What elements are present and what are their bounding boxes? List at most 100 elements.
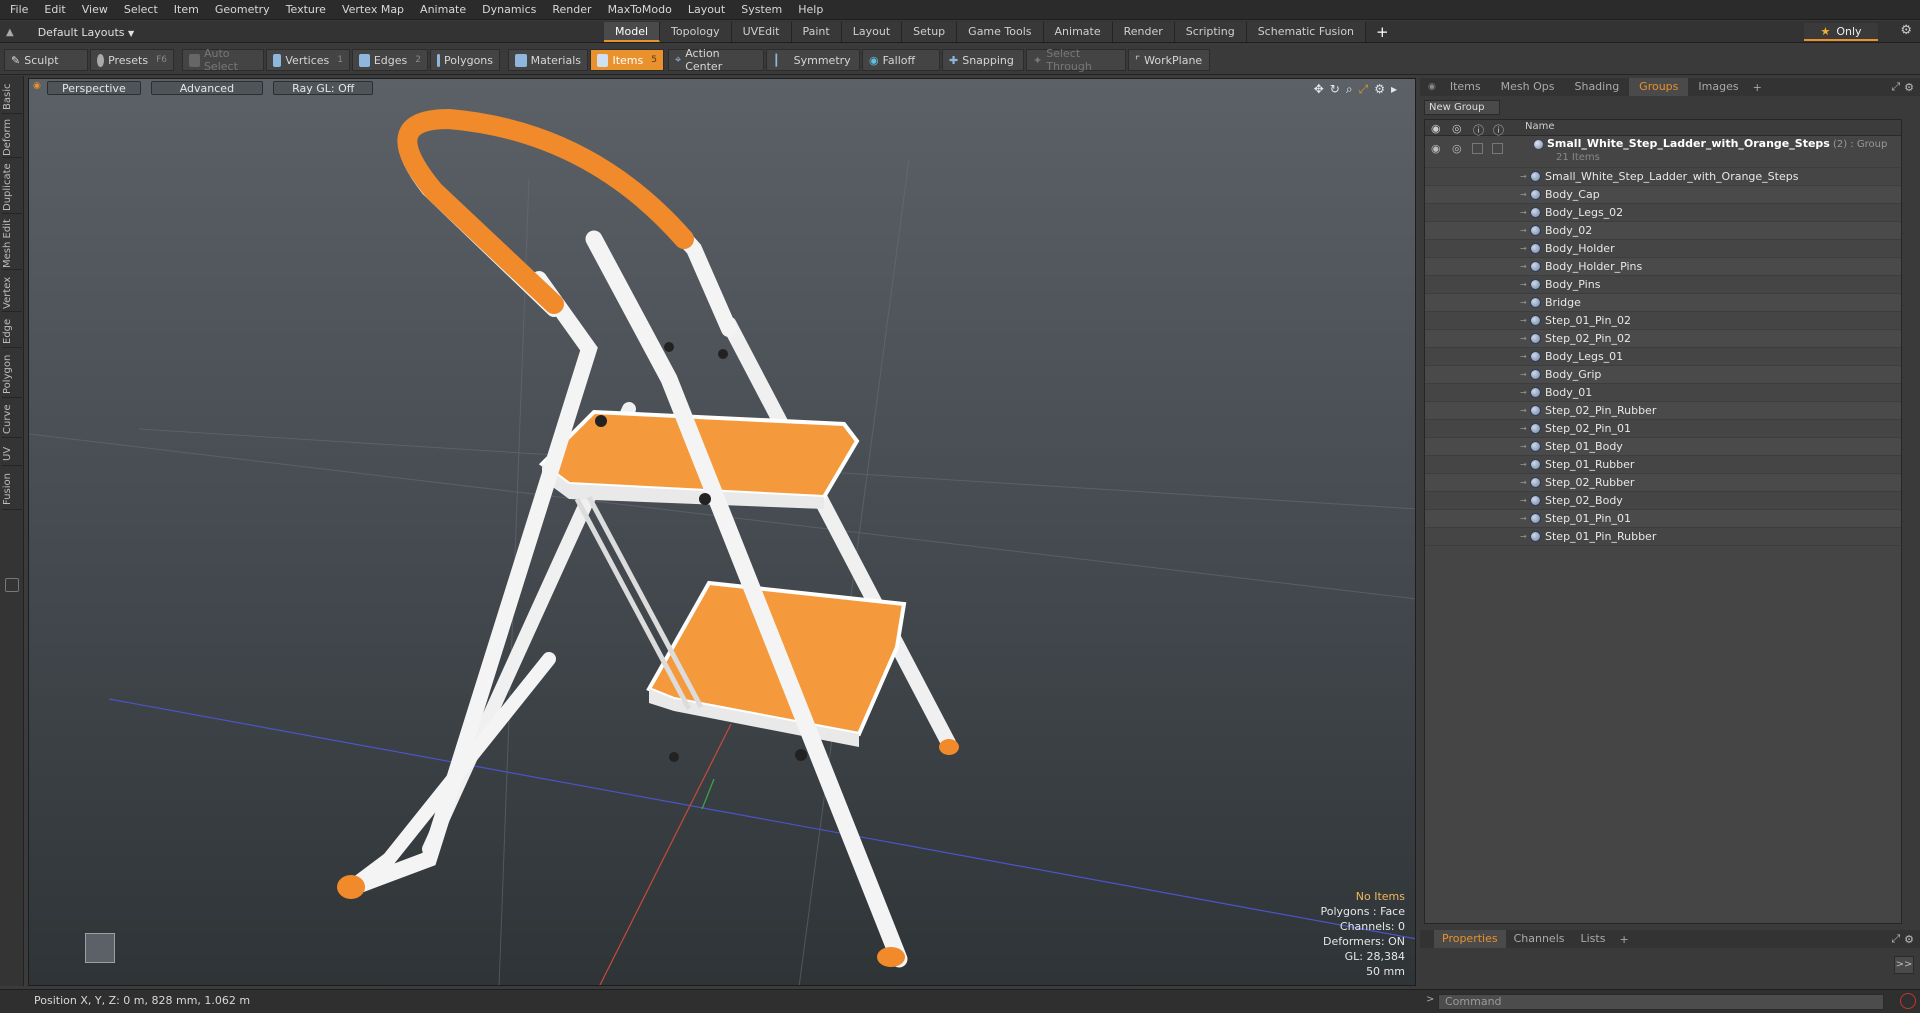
- menu-layout[interactable]: Layout: [680, 0, 733, 20]
- vertices-button[interactable]: Vertices 1: [266, 49, 350, 71]
- command-history-icon[interactable]: [1900, 993, 1916, 1009]
- vtab-mesh-edit[interactable]: Mesh Edit: [2, 218, 22, 270]
- menu-system[interactable]: System: [733, 0, 790, 20]
- panel-menu-icon[interactable]: ◉: [1424, 82, 1440, 92]
- menu-edit[interactable]: Edit: [36, 0, 73, 20]
- only-button[interactable]: ★ Only: [1804, 23, 1878, 41]
- menu-maxtomodo[interactable]: MaxToModo: [600, 0, 680, 20]
- group-item-row[interactable]: → Step_01_Pin_Rubber: [1425, 528, 1901, 546]
- tab-properties[interactable]: Properties: [1434, 930, 1506, 948]
- tab-model[interactable]: Model: [604, 22, 661, 42]
- polygons-button[interactable]: Polygons: [430, 49, 500, 71]
- panel-gear-icon[interactable]: ⚙: [1904, 81, 1920, 94]
- tab-mesh-ops[interactable]: Mesh Ops: [1491, 78, 1565, 96]
- group-item-row[interactable]: → Body_Legs_01: [1425, 348, 1901, 366]
- menu-dynamics[interactable]: Dynamics: [474, 0, 544, 20]
- group-item-row[interactable]: → Step_01_Pin_01: [1425, 510, 1901, 528]
- vtab-basic[interactable]: Basic: [2, 80, 22, 114]
- tab-groups[interactable]: Groups: [1629, 78, 1689, 96]
- vtab-deform[interactable]: Deform: [2, 118, 22, 158]
- sculpt-button[interactable]: ✎ Sculpt: [4, 49, 88, 71]
- menu-item[interactable]: Item: [166, 0, 207, 20]
- vtab-fusion[interactable]: Fusion: [2, 470, 22, 510]
- tab-render[interactable]: Render: [1112, 22, 1175, 42]
- group-item-row[interactable]: → Step_02_Body: [1425, 492, 1901, 510]
- falloff-button[interactable]: ◉ Falloff: [862, 49, 940, 71]
- presets-button[interactable]: Presets F6: [90, 49, 174, 71]
- group-item-row[interactable]: → Step_02_Rubber: [1425, 474, 1901, 492]
- group-item-row[interactable]: → Body_02: [1425, 222, 1901, 240]
- tab-topology[interactable]: Topology: [660, 22, 732, 42]
- vtab-duplicate[interactable]: Duplicate: [2, 162, 22, 214]
- tab-animate[interactable]: Animate: [1043, 22, 1113, 42]
- tab-game-tools[interactable]: Game Tools: [957, 22, 1044, 42]
- group-item-row[interactable]: → Body_Pins: [1425, 276, 1901, 294]
- group-item-row[interactable]: → Step_01_Pin_02: [1425, 312, 1901, 330]
- vtab-vertex[interactable]: Vertex: [2, 274, 22, 312]
- menu-animate[interactable]: Animate: [412, 0, 474, 20]
- add-tab-icon[interactable]: +: [1366, 22, 1399, 42]
- action-center-button[interactable]: ⌖ Action Center: [668, 47, 764, 73]
- menu-render[interactable]: Render: [544, 0, 599, 20]
- menu-view[interactable]: View: [74, 0, 116, 20]
- tab-layout[interactable]: Layout: [841, 22, 903, 42]
- name-column-header[interactable]: Name: [1525, 121, 1555, 132]
- tab-schematic-fusion[interactable]: Schematic Fusion: [1246, 22, 1367, 42]
- tab-setup[interactable]: Setup: [902, 22, 958, 42]
- group-item-row[interactable]: → Body_Holder_Pins: [1425, 258, 1901, 276]
- snapping-button[interactable]: ✚ Snapping: [942, 49, 1024, 71]
- tab-channels[interactable]: Channels: [1506, 930, 1573, 948]
- lock-checkbox[interactable]: [1472, 143, 1483, 154]
- layout-selector[interactable]: Default Layouts ▼: [38, 26, 134, 39]
- materials-button[interactable]: Materials: [508, 49, 588, 71]
- new-group-button[interactable]: New Group: [1424, 100, 1500, 115]
- group-row[interactable]: ◉ ◎ Small_White_Step_Ladder_with_Orange_…: [1425, 136, 1901, 168]
- tab-images[interactable]: Images: [1688, 78, 1748, 96]
- select-checkbox[interactable]: [1492, 143, 1503, 154]
- tab-shading[interactable]: Shading: [1564, 78, 1629, 96]
- add-properties-tab-icon[interactable]: +: [1613, 933, 1634, 946]
- forward-icon[interactable]: >>: [1894, 956, 1914, 974]
- tab-items[interactable]: Items: [1440, 78, 1491, 96]
- menu-vertex-map[interactable]: Vertex Map: [334, 0, 412, 20]
- menu-file[interactable]: File: [0, 0, 36, 20]
- auto-select-button[interactable]: Auto Select: [182, 47, 264, 73]
- expand-panel-icon[interactable]: ⤢: [1891, 80, 1904, 94]
- group-item-row[interactable]: → Bridge: [1425, 294, 1901, 312]
- menu-help[interactable]: Help: [790, 0, 831, 20]
- select-through-button[interactable]: ✦ Select Through: [1026, 47, 1126, 73]
- group-item-row[interactable]: → Body_Legs_02: [1425, 204, 1901, 222]
- group-item-row[interactable]: → Body_Cap: [1425, 186, 1901, 204]
- group-item-row[interactable]: → Body_Holder: [1425, 240, 1901, 258]
- symmetry-button[interactable]: ┃ Symmetry: [766, 49, 860, 71]
- items-button[interactable]: Items 5: [590, 49, 664, 71]
- group-item-row[interactable]: → Step_02_Pin_02: [1425, 330, 1901, 348]
- group-item-row[interactable]: → Step_02_Pin_Rubber: [1425, 402, 1901, 420]
- group-item-row[interactable]: → Step_02_Pin_01: [1425, 420, 1901, 438]
- vtab-curve[interactable]: Curve: [2, 402, 22, 438]
- group-item-row[interactable]: → Body_01: [1425, 384, 1901, 402]
- 3d-viewport[interactable]: ◉ Perspective Advanced Ray GL: Off ✥ ↻ ⌕…: [28, 78, 1416, 986]
- command-input[interactable]: Command: [1438, 994, 1884, 1010]
- edges-button[interactable]: Edges 2: [352, 49, 428, 71]
- tab-uvedit[interactable]: UVEdit: [731, 22, 792, 42]
- workplane-button[interactable]: ⌜ WorkPlane: [1128, 49, 1210, 71]
- menu-geometry[interactable]: Geometry: [207, 0, 278, 20]
- vtab-uv[interactable]: UV: [2, 442, 22, 466]
- add-panel-tab-icon[interactable]: +: [1749, 81, 1766, 94]
- visibility-eye-icon[interactable]: ◉: [1431, 142, 1441, 155]
- gear-icon[interactable]: ⚙: [1900, 23, 1912, 38]
- group-item-row[interactable]: → Step_01_Rubber: [1425, 456, 1901, 474]
- menu-texture[interactable]: Texture: [278, 0, 334, 20]
- properties-gear-icon[interactable]: ⚙: [1904, 933, 1920, 946]
- layout-arrow-icon[interactable]: ▲: [6, 27, 14, 38]
- tab-lists[interactable]: Lists: [1573, 930, 1614, 948]
- group-item-row[interactable]: → Small_White_Step_Ladder_with_Orange_Ste…: [1425, 168, 1901, 186]
- render-toggle-icon[interactable]: ◎: [1452, 142, 1462, 155]
- vtab-polygon[interactable]: Polygon: [2, 352, 22, 398]
- menu-select[interactable]: Select: [116, 0, 166, 20]
- vtab-edge[interactable]: Edge: [2, 316, 22, 348]
- tab-paint[interactable]: Paint: [791, 22, 842, 42]
- group-item-row[interactable]: → Body_Grip: [1425, 366, 1901, 384]
- panel-toggle-icon[interactable]: [5, 578, 19, 592]
